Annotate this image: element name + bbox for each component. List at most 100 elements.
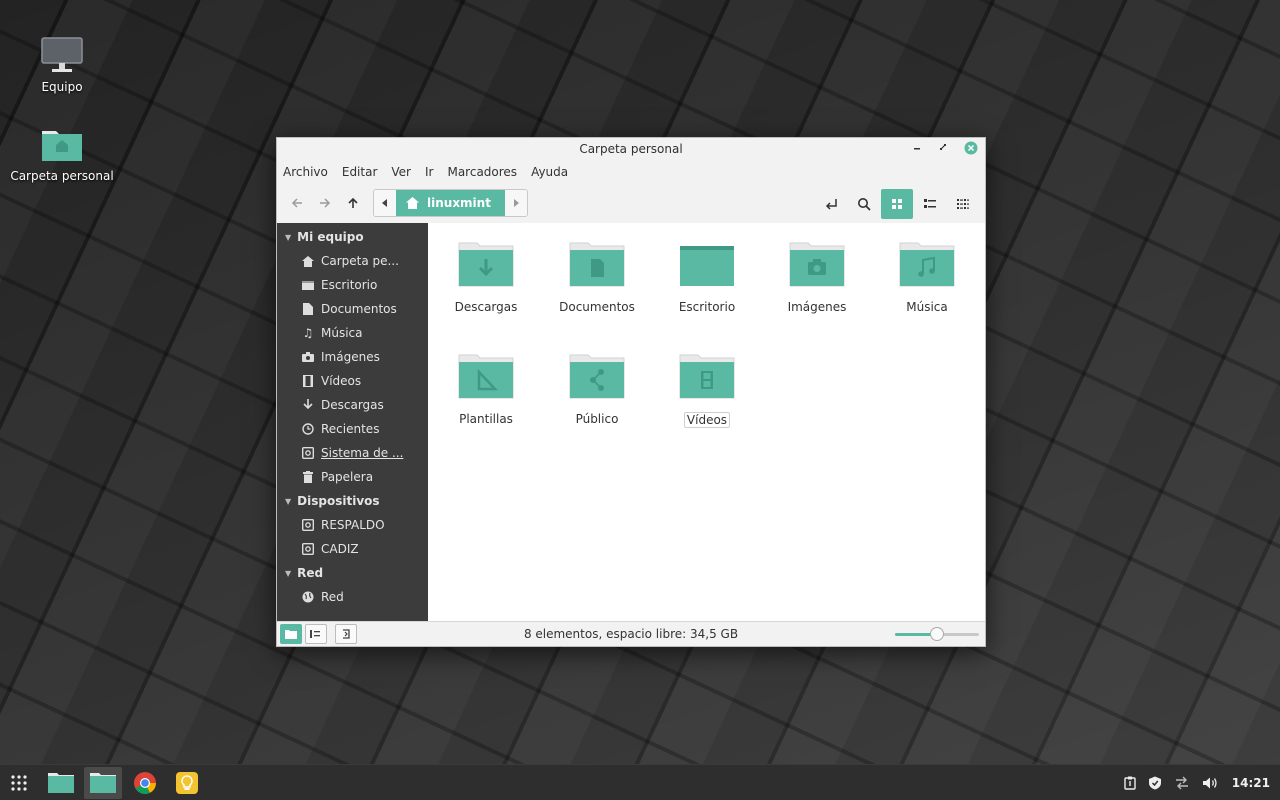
sidebar-item-pictures[interactable]: Imágenes: [277, 345, 428, 369]
file-manager-window: Carpeta personal Archivo Editar Ver Ir M…: [276, 137, 986, 647]
expander-icon: ▼: [285, 232, 292, 242]
taskbar-files-launcher[interactable]: [42, 767, 80, 799]
drive-icon: [301, 446, 315, 460]
expander-icon: ▼: [285, 496, 292, 506]
desktop-icon-equipo[interactable]: Equipo: [7, 36, 117, 94]
download-icon: [301, 398, 315, 412]
sidebar-item-downloads[interactable]: Descargas: [277, 393, 428, 417]
drive-icon: [301, 542, 315, 556]
menu-bar: Archivo Editar Ver Ir Marcadores Ayuda: [277, 160, 985, 183]
icon-view-button[interactable]: [881, 189, 913, 219]
menu-ayuda[interactable]: Ayuda: [531, 165, 568, 179]
share-folder-icon: [569, 354, 625, 399]
close-button[interactable]: [963, 141, 979, 157]
sidebar-item-network[interactable]: Red: [277, 585, 428, 609]
taskbar-bulb-app[interactable]: [168, 767, 206, 799]
sidebar-item-videos[interactable]: Vídeos: [277, 369, 428, 393]
sidebar-item-cadiz[interactable]: CADIZ: [277, 537, 428, 561]
zoom-knob[interactable]: [930, 627, 944, 641]
chrome-icon: [134, 771, 156, 794]
shield-icon[interactable]: [1148, 776, 1162, 790]
sidebar-item-home[interactable]: Carpeta pe...: [277, 249, 428, 273]
search-button[interactable]: [848, 189, 880, 219]
expander-icon: ▼: [285, 568, 292, 578]
menu-button[interactable]: [0, 767, 38, 799]
taskbar-chrome[interactable]: [126, 767, 164, 799]
file-label: Documentos: [559, 300, 635, 314]
sidebar-item-music[interactable]: ♫ Música: [277, 321, 428, 345]
sidebar-item-label: CADIZ: [321, 542, 359, 556]
sidebar: ▼ Mi equipo Carpeta pe... Escritorio Doc…: [277, 223, 428, 621]
compact-view-button[interactable]: [947, 189, 979, 219]
desktop-icon-home-folder[interactable]: Carpeta personal: [7, 125, 117, 183]
toggle-location-button[interactable]: [815, 189, 847, 219]
sidebar-item-respaldo[interactable]: RESPALDO: [277, 513, 428, 537]
minimize-button[interactable]: [909, 141, 925, 157]
taskbar-files-window[interactable]: [84, 766, 122, 799]
folder-imagenes[interactable]: Imágenes: [769, 241, 865, 314]
status-text: 8 elementos, espacio libre: 34,5 GB: [523, 627, 739, 641]
clipboard-icon[interactable]: [1124, 776, 1136, 790]
menu-archivo[interactable]: Archivo: [283, 165, 328, 179]
sidebar-item-desktop[interactable]: Escritorio: [277, 273, 428, 297]
home-icon: [406, 197, 419, 209]
maximize-button[interactable]: [935, 141, 951, 157]
title-bar[interactable]: Carpeta personal: [277, 138, 985, 160]
network-icon[interactable]: [1174, 776, 1190, 790]
path-left-button[interactable]: [374, 190, 396, 216]
sidebar-item-filesystem[interactable]: Sistema de ...: [277, 441, 428, 465]
sidebar-section-devices[interactable]: ▼ Dispositivos: [277, 489, 428, 513]
folder-videos[interactable]: Vídeos: [659, 353, 755, 428]
triangle-left-icon: [382, 199, 387, 207]
download-folder-icon: [458, 242, 514, 287]
sidebar-section-my-computer[interactable]: ▼ Mi equipo: [277, 225, 428, 249]
document-icon: [301, 302, 315, 316]
sidebar-item-label: Imágenes: [321, 350, 380, 364]
path-crumb-home[interactable]: linuxmint: [396, 190, 505, 216]
home-icon: [301, 254, 315, 268]
back-button[interactable]: [283, 189, 311, 217]
sidebar-section-title: Dispositivos: [297, 494, 380, 508]
sidebar-item-trash[interactable]: Papelera: [277, 465, 428, 489]
forward-button[interactable]: [311, 189, 339, 217]
compact-view-icon: [957, 199, 969, 209]
sidebar-item-documents[interactable]: Documentos: [277, 297, 428, 321]
folder-documentos[interactable]: Documentos: [549, 241, 645, 314]
menu-editar[interactable]: Editar: [342, 165, 378, 179]
folder-plantillas[interactable]: Plantillas: [438, 353, 534, 426]
folder-escritorio[interactable]: Escritorio: [659, 241, 755, 314]
desktop-icon-label: Carpeta personal: [10, 169, 114, 183]
system-tray: 14:21: [1112, 765, 1270, 800]
folder-icon: [90, 772, 116, 793]
sidebar-item-label: Documentos: [321, 302, 397, 316]
arrow-up-icon: [348, 197, 358, 208]
path-crumb-label: linuxmint: [427, 196, 491, 210]
toolbar-right: [814, 189, 979, 219]
sidebar-section-title: Mi equipo: [297, 230, 364, 244]
up-button[interactable]: [339, 189, 367, 217]
path-right-button[interactable]: [504, 190, 527, 216]
folder-musica[interactable]: Música: [879, 241, 975, 314]
sidebar-item-label: Descargas: [321, 398, 384, 412]
status-bar: 8 elementos, espacio libre: 34,5 GB: [277, 621, 985, 646]
sidebar-item-label: Música: [321, 326, 363, 340]
folder-publico[interactable]: Público: [549, 353, 645, 426]
folder-descargas[interactable]: Descargas: [438, 241, 534, 314]
sidebar-item-label: Escritorio: [321, 278, 378, 292]
sidebar-item-recent[interactable]: Recientes: [277, 417, 428, 441]
menu-ver[interactable]: Ver: [391, 165, 411, 179]
menu-marcadores[interactable]: Marcadores: [447, 165, 517, 179]
volume-icon[interactable]: [1202, 776, 1218, 790]
list-view-button[interactable]: [914, 189, 946, 219]
file-view: Descargas Documentos Escritorio Imágenes…: [428, 223, 985, 621]
clock[interactable]: 14:21: [1232, 776, 1270, 790]
zoom-slider[interactable]: [895, 627, 979, 641]
camera-icon: [301, 350, 315, 364]
sidebar-section-network[interactable]: ▼ Red: [277, 561, 428, 585]
sidebar-item-label: Recientes: [321, 422, 380, 436]
templates-folder-icon: [458, 354, 514, 399]
menu-ir[interactable]: Ir: [425, 165, 433, 179]
film-folder-icon: [679, 354, 735, 399]
window-title: Carpeta personal: [579, 142, 683, 156]
monitor-icon: [41, 37, 83, 72]
